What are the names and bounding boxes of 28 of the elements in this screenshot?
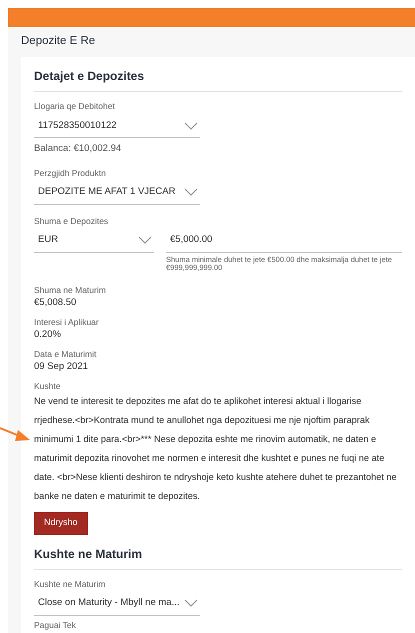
change-button[interactable]: Ndrysho xyxy=(34,512,88,534)
chevron-down-icon xyxy=(138,236,152,244)
field-label: Llogaria qe Debitohet xyxy=(34,100,116,112)
field-label: Kushte xyxy=(34,380,62,392)
field-label: Kushte ne Maturim xyxy=(34,578,106,590)
field-label: Data e Maturimit xyxy=(34,348,98,360)
section-title: Kushte ne Maturim xyxy=(34,544,402,570)
field-label: Shuma e Depozites xyxy=(34,214,110,226)
chevron-down-icon xyxy=(184,599,198,607)
select-field[interactable]: 117528350010122 xyxy=(34,114,200,138)
terms-paragraph: Ne vend te interesit te depozites me afat do te aplikohet interesi aktual i llogarise rrjedhese.<br>Kontrata mund te anullohet nga depozituesi me nje njoftim paraprak minimumi 1 dite para.<br>*** Nese depozita eshte me rinovim automatik, ne daten e maturimit depozita rinovohet me normen e interesit dhe kushtet e punes ne fuqi ne ate date. <br>Nese klienti deshiron te ndryshoje keto kushte atehere duhet te prezantohet ne banke ne daten e maturimit te depozites. xyxy=(34,394,398,503)
field-label: Paguai Tek xyxy=(34,618,77,630)
balance-text: Balanca: €10,002.94 xyxy=(34,142,122,156)
arrow-icon xyxy=(0,424,32,444)
field-label: Shuma ne Maturim xyxy=(34,284,107,296)
chevron-down-icon xyxy=(184,122,198,130)
select-field[interactable]: Close on Maturity - Mbyll ne ma... xyxy=(34,592,200,616)
field-value: 09 Sep 2021 xyxy=(34,360,89,374)
field-label: Perzgjidh Produktn xyxy=(34,166,107,178)
page-title: Depozite E Re xyxy=(20,34,96,49)
select-field[interactable]: EUR xyxy=(34,228,154,252)
select-field[interactable]: DEPOZITE ME AFAT 1 VJECAR xyxy=(34,180,200,204)
section-title: Detajet e Depozites xyxy=(34,67,402,92)
amount-input[interactable]: €5,000.00 xyxy=(166,228,402,252)
chevron-down-icon xyxy=(184,188,198,196)
field-value: €5,008.50 xyxy=(34,296,78,310)
field-value: 0.20% xyxy=(34,328,62,342)
field-label: Interesi i Aplikuar xyxy=(34,316,100,328)
